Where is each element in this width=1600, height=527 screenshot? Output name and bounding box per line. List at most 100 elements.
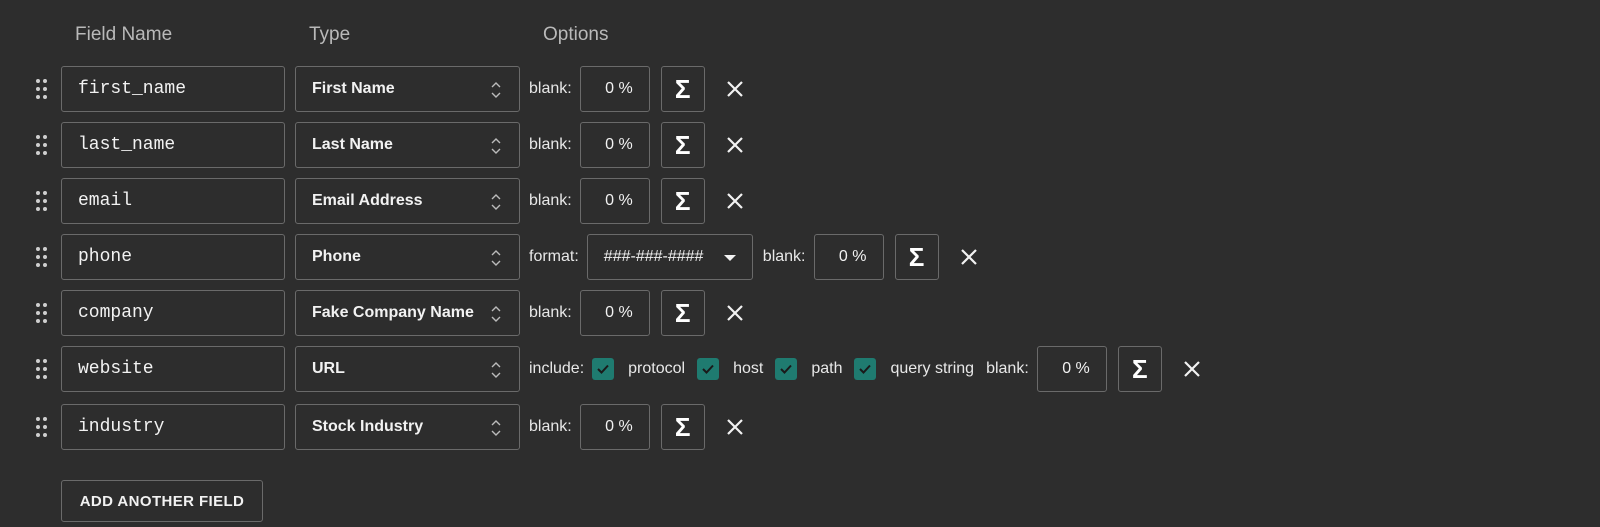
field-row: last_name Last Name blank: 0 % Σ (0, 122, 1600, 168)
field-name-input[interactable]: phone (61, 234, 285, 280)
blank-percent-input[interactable]: 0 % (579, 404, 650, 450)
options-group: include: protocol host path query string… (529, 346, 1204, 392)
blank-label: blank: (762, 248, 806, 265)
options-group: blank: 0 % Σ (529, 290, 747, 336)
sigma-icon: Σ (674, 129, 691, 160)
up-down-arrows-icon (491, 82, 501, 98)
close-icon[interactable] (723, 133, 747, 157)
drag-handle-icon[interactable] (36, 135, 48, 155)
query-string-label: query string (890, 360, 975, 377)
type-select[interactable]: Stock Industry (295, 404, 520, 450)
close-icon[interactable] (723, 301, 747, 325)
blank-label: blank: (529, 192, 572, 209)
sigma-icon: Σ (1131, 353, 1148, 384)
drag-handle-icon[interactable] (36, 359, 48, 379)
field-row: industry Stock Industry blank: 0 % Σ (0, 404, 1600, 450)
type-select-value: Fake Company Name (312, 304, 474, 321)
type-select-value: Last Name (312, 136, 393, 153)
sigma-button[interactable]: Σ (660, 66, 705, 112)
sigma-icon: Σ (674, 297, 691, 328)
up-down-arrows-icon (491, 194, 501, 210)
up-down-arrows-icon (491, 420, 501, 436)
add-another-field-button[interactable]: ADD ANOTHER FIELD (61, 480, 263, 522)
sigma-button[interactable]: Σ (660, 122, 705, 168)
field-name-header: Field Name (75, 24, 173, 45)
checkmark-icon (597, 364, 609, 374)
path-checkbox[interactable] (775, 358, 798, 380)
field-row: website URL include: protocol host path … (0, 346, 1600, 392)
drag-handle-icon[interactable] (36, 79, 48, 99)
blank-label: blank: (529, 80, 572, 97)
type-select-value: Email Address (312, 192, 423, 209)
sigma-button[interactable]: Σ (1117, 346, 1162, 392)
blank-percent-input[interactable]: 0 % (579, 66, 650, 112)
type-select[interactable]: URL (295, 346, 520, 392)
drag-handle-icon[interactable] (36, 417, 48, 437)
field-name-input[interactable]: first_name (61, 66, 285, 112)
path-label: path (811, 360, 843, 377)
close-icon[interactable] (723, 415, 747, 439)
checkmark-icon (702, 364, 714, 374)
sigma-button[interactable]: Σ (894, 234, 939, 280)
close-icon[interactable] (957, 245, 981, 269)
format-select-value: ###-###-#### (603, 248, 704, 265)
sigma-icon: Σ (674, 73, 691, 104)
query-string-checkbox[interactable] (854, 358, 877, 380)
host-checkbox[interactable] (697, 358, 720, 380)
type-select-value: Stock Industry (312, 418, 424, 435)
options-group: blank: 0 % Σ (529, 404, 747, 450)
field-row: email Email Address blank: 0 % Σ (0, 178, 1600, 224)
caret-down-icon (723, 255, 736, 261)
sigma-button[interactable]: Σ (660, 404, 705, 450)
blank-label: blank: (529, 418, 572, 435)
blank-percent-input[interactable]: 0 % (1036, 346, 1107, 392)
up-down-arrows-icon (491, 306, 501, 322)
type-select-value: First Name (312, 80, 395, 97)
options-group: blank: 0 % Σ (529, 122, 747, 168)
field-row: phone Phone format: ###-###-#### blank: … (0, 234, 1600, 280)
field-row: company Fake Company Name blank: 0 % Σ (0, 290, 1600, 336)
sigma-button[interactable]: Σ (660, 290, 705, 336)
sigma-icon: Σ (674, 411, 691, 442)
protocol-checkbox[interactable] (592, 358, 615, 380)
sigma-icon: Σ (674, 185, 691, 216)
close-icon[interactable] (723, 189, 747, 213)
options-group: blank: 0 % Σ (529, 66, 747, 112)
format-select[interactable]: ###-###-#### (586, 234, 753, 280)
blank-percent-input[interactable]: 0 % (579, 178, 650, 224)
field-name-input[interactable]: email (61, 178, 285, 224)
options-group: format: ###-###-#### blank: 0 % Σ (529, 234, 981, 280)
sigma-button[interactable]: Σ (660, 178, 705, 224)
blank-percent-input[interactable]: 0 % (579, 290, 650, 336)
up-down-arrows-icon (491, 250, 501, 266)
field-name-input[interactable]: website (61, 346, 285, 392)
blank-label: blank: (529, 136, 572, 153)
type-select-value: URL (312, 360, 345, 377)
sigma-icon: Σ (908, 241, 925, 272)
schema-editor: Field Name Type Options first_name First… (0, 0, 1600, 527)
close-icon[interactable] (1180, 357, 1204, 381)
type-select[interactable]: Last Name (295, 122, 520, 168)
field-name-input[interactable]: industry (61, 404, 285, 450)
blank-label: blank: (986, 360, 1029, 377)
type-select[interactable]: First Name (295, 66, 520, 112)
drag-handle-icon[interactable] (36, 247, 48, 267)
type-header: Type (309, 24, 351, 45)
checkmark-icon (780, 364, 793, 374)
drag-handle-icon[interactable] (36, 303, 48, 323)
options-group: blank: 0 % Σ (529, 178, 747, 224)
blank-percent-input[interactable]: 0 % (813, 234, 884, 280)
drag-handle-icon[interactable] (36, 191, 48, 211)
type-select[interactable]: Email Address (295, 178, 520, 224)
type-select[interactable]: Phone (295, 234, 520, 280)
up-down-arrows-icon (491, 138, 501, 154)
close-icon[interactable] (723, 77, 747, 101)
blank-label: blank: (529, 304, 572, 321)
format-label: format: (529, 248, 579, 265)
blank-percent-input[interactable]: 0 % (579, 122, 650, 168)
field-name-input[interactable]: last_name (61, 122, 285, 168)
checkmark-icon (859, 364, 872, 374)
field-name-input[interactable]: company (61, 290, 285, 336)
field-row: first_name First Name blank: 0 % Σ (0, 66, 1600, 112)
type-select[interactable]: Fake Company Name (295, 290, 520, 336)
